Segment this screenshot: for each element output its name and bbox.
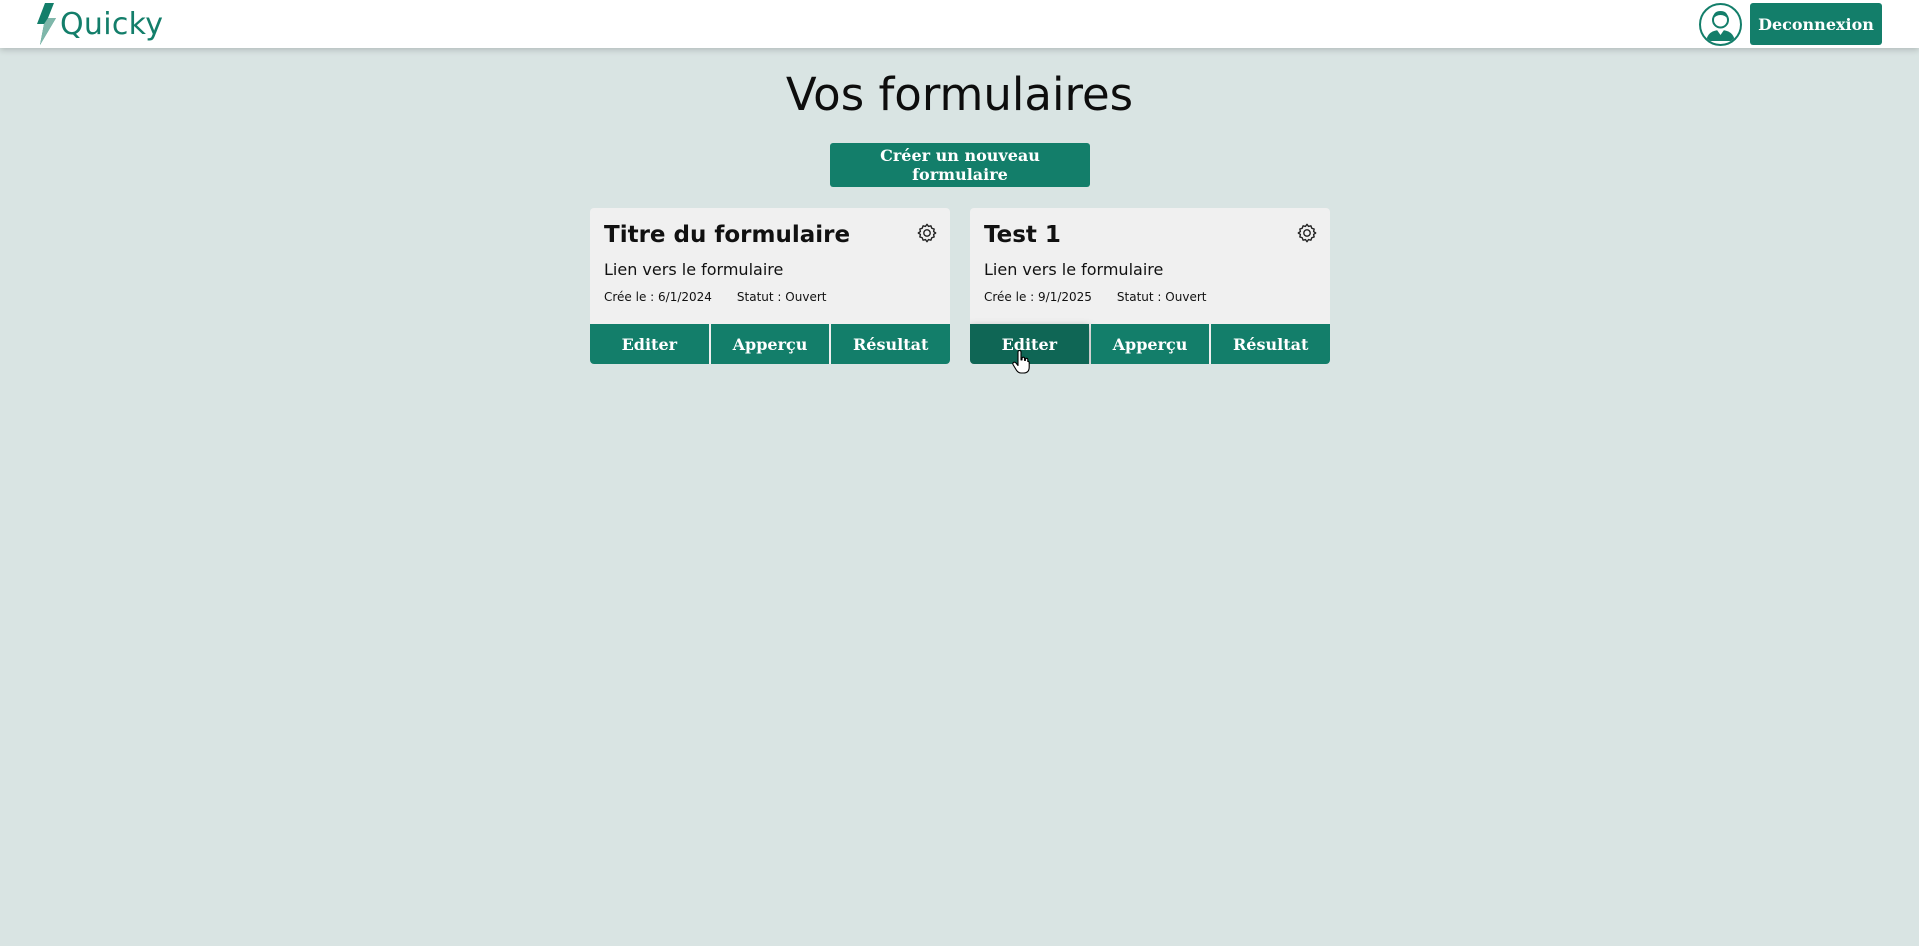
page-title: Vos formulaires [785, 68, 1134, 121]
preview-button[interactable]: Apperçu [1090, 324, 1210, 364]
form-link[interactable]: Lien vers le formulaire [984, 260, 1163, 279]
gear-icon[interactable] [1296, 222, 1318, 244]
app-name: Quicky [60, 6, 164, 42]
form-meta: Crée le : 6/1/2024 Statut : Ouvert [604, 290, 826, 304]
form-link[interactable]: Lien vers le formulaire [604, 260, 783, 279]
preview-button[interactable]: Apperçu [710, 324, 830, 364]
top-navbar: Quicky Deconnexion [0, 0, 1919, 48]
edit-button[interactable]: Editer [590, 324, 709, 364]
lightning-bolt-icon [37, 3, 56, 45]
user-avatar-icon[interactable] [1699, 3, 1742, 46]
results-button[interactable]: Résultat [1211, 324, 1330, 364]
form-actions: Editer Apperçu Résultat [590, 324, 950, 364]
results-button[interactable]: Résultat [831, 324, 950, 364]
form-status: Statut : Ouvert [736, 290, 827, 304]
form-card: Titre du formulaire Lien vers le formula… [590, 208, 950, 364]
form-created-date: Crée le : 9/1/2025 [984, 290, 1092, 304]
logout-button[interactable]: Deconnexion [1750, 3, 1882, 45]
app-logo[interactable]: Quicky [36, 2, 163, 46]
form-status: Statut : Ouvert [1116, 290, 1207, 304]
form-card: Test 1 Lien vers le formulaire Crée le :… [970, 208, 1330, 364]
create-form-button[interactable]: Créer un nouveau formulaire [830, 143, 1090, 187]
form-title: Test 1 [984, 222, 1061, 248]
edit-button[interactable]: Editer [970, 324, 1089, 364]
form-actions: Editer Apperçu Résultat [970, 324, 1330, 364]
form-meta: Crée le : 9/1/2025 Statut : Ouvert [984, 290, 1206, 304]
form-created-date: Crée le : 6/1/2024 [604, 290, 712, 304]
gear-icon[interactable] [916, 222, 938, 244]
form-title: Titre du formulaire [604, 222, 851, 248]
